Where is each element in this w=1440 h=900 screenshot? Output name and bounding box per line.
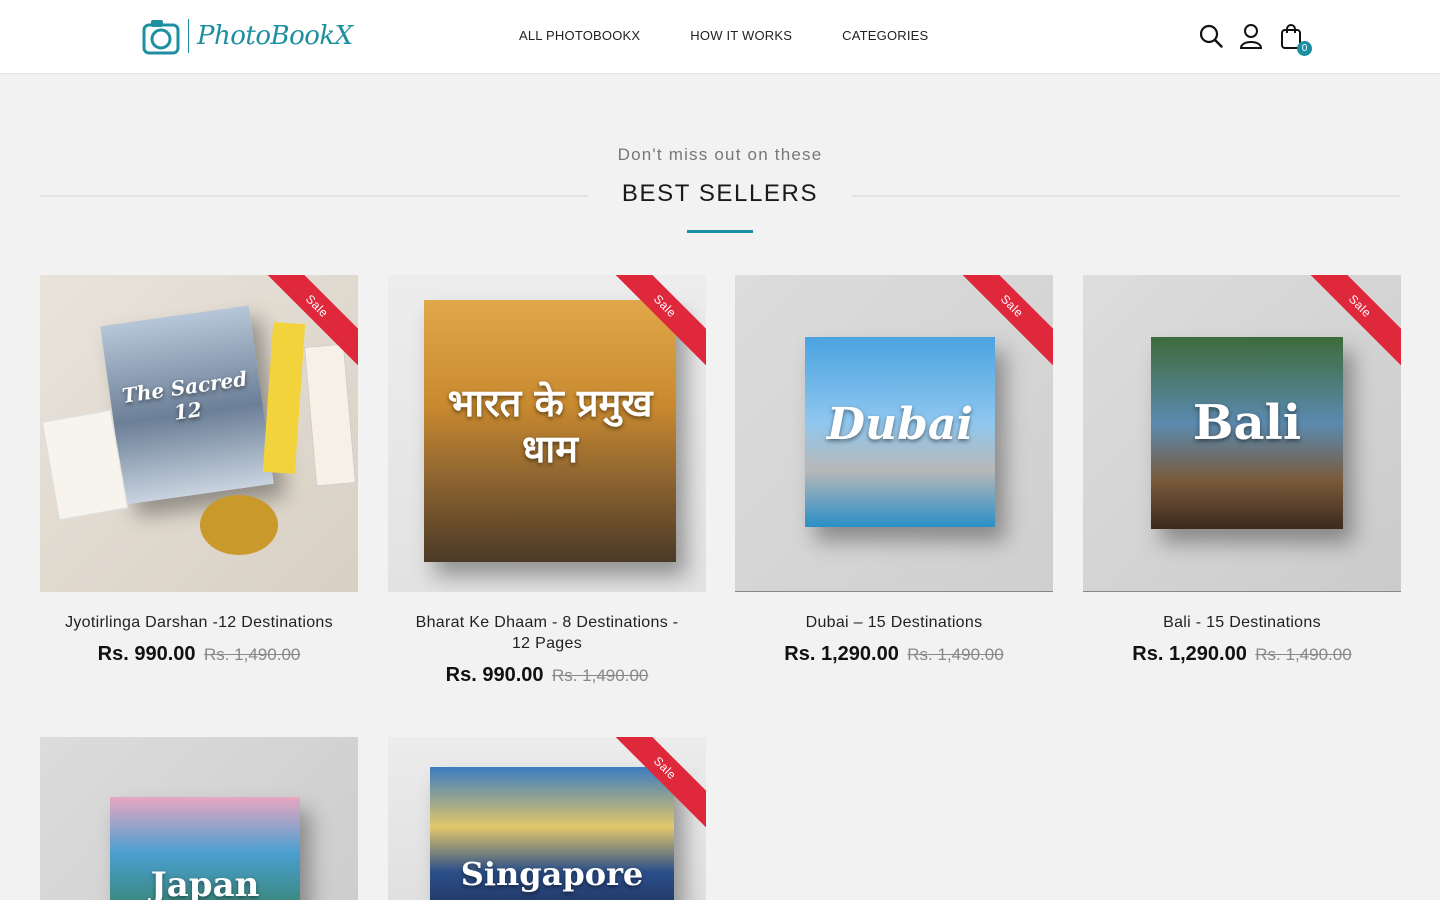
search-button[interactable] <box>1198 22 1224 50</box>
book-cover: Dubai <box>805 337 995 527</box>
search-icon <box>1199 24 1223 48</box>
bookmark-image <box>303 343 357 487</box>
product-name[interactable]: Bali - 15 Destinations <box>1083 612 1401 633</box>
product-card[interactable]: भारत के प्रमुख धाम Sale Bharat Ke Dhaam … <box>388 275 706 687</box>
main-nav: ALL PHOTOBOOKX HOW IT WORKS CATEGORIES <box>519 28 928 43</box>
bookmark-image <box>262 322 306 474</box>
product-prices: Rs. 1,290.00 Rs. 1,490.00 <box>735 643 1053 666</box>
product-image[interactable]: Japan <box>40 737 358 900</box>
logo-divider <box>188 19 189 53</box>
book-cover: Singapore <box>430 767 674 900</box>
sale-price: Rs. 1,290.00 <box>784 643 899 665</box>
product-prices: Rs. 990.00 Rs. 1,490.00 <box>388 664 706 687</box>
book-cover: Bali <box>1151 337 1343 529</box>
header-icons: 0 <box>1198 22 1312 56</box>
product-card[interactable]: Bali Sale Bali - 15 Destinations Rs. 1,2… <box>1083 275 1401 666</box>
product-name[interactable]: Jyotirlinga Darshan -12 Destinations <box>40 612 358 633</box>
original-price: Rs. 1,490.00 <box>1255 645 1352 664</box>
section-subheading: Don't miss out on these <box>617 145 823 164</box>
section-title: BEST SELLERS <box>621 180 819 207</box>
nav-all-photobookx[interactable]: ALL PHOTOBOOKX <box>519 28 640 43</box>
camera-logo-icon <box>142 20 180 55</box>
product-prices: Rs. 1,290.00 Rs. 1,490.00 <box>1083 643 1401 666</box>
product-card[interactable]: The Sacred 12 Sale Jyotirlinga Darshan -… <box>40 275 358 666</box>
logo[interactable]: PhotoBookX <box>142 16 353 56</box>
title-underline <box>687 230 753 233</box>
book-cover: भारत के प्रमुख धाम <box>424 300 676 562</box>
book-cover-title: Bali <box>1192 395 1302 451</box>
product-image[interactable]: Singapore Sale <box>388 737 706 900</box>
book-cover-title: Dubai <box>826 399 974 450</box>
sale-price: Rs. 990.00 <box>97 643 196 665</box>
book-cover-title: भारत के प्रमुख धाम <box>447 380 653 471</box>
sale-price: Rs. 1,290.00 <box>1132 643 1247 665</box>
product-card[interactable]: Japan <box>40 737 358 900</box>
cart-button[interactable]: 0 <box>1278 22 1312 56</box>
book-cover: Japan <box>110 797 300 900</box>
user-icon <box>1239 24 1263 49</box>
book-cover-title: The Sacred 12 <box>120 366 249 425</box>
account-button[interactable] <box>1238 22 1264 50</box>
product-image[interactable]: The Sacred 12 Sale <box>40 275 358 592</box>
nav-categories[interactable]: CATEGORIES <box>842 28 928 43</box>
product-name[interactable]: Bharat Ke Dhaam - 8 Destinations - 12 Pa… <box>388 612 706 654</box>
logo-text: PhotoBookX <box>197 21 353 51</box>
cart-count-badge: 0 <box>1297 41 1312 56</box>
nav-how-it-works[interactable]: HOW IT WORKS <box>690 28 792 43</box>
product-prices: Rs. 990.00 Rs. 1,490.00 <box>40 643 358 666</box>
product-name[interactable]: Dubai – 15 Destinations <box>735 612 1053 633</box>
product-image[interactable]: Dubai Sale <box>735 275 1053 592</box>
sale-price: Rs. 990.00 <box>445 664 544 686</box>
diya-plate-image <box>200 495 278 555</box>
product-card[interactable]: Dubai Sale Dubai – 15 Destinations Rs. 1… <box>735 275 1053 666</box>
product-image[interactable]: Bali Sale <box>1083 275 1401 592</box>
site-header: PhotoBookX ALL PHOTOBOOKX HOW IT WORKS C… <box>0 0 1440 74</box>
book-cover-title: Singapore <box>460 855 644 893</box>
original-price: Rs. 1,490.00 <box>203 645 301 664</box>
book-cover-title: Japan <box>150 865 260 900</box>
product-card[interactable]: Singapore Sale <box>388 737 706 900</box>
original-price: Rs. 1,490.00 <box>907 645 1004 664</box>
section-title-row: BEST SELLERS <box>40 180 1400 214</box>
original-price: Rs. 1,490.00 <box>551 666 649 685</box>
product-image[interactable]: भारत के प्रमुख धाम Sale <box>388 275 706 592</box>
book-cover: The Sacred 12 <box>100 305 274 505</box>
